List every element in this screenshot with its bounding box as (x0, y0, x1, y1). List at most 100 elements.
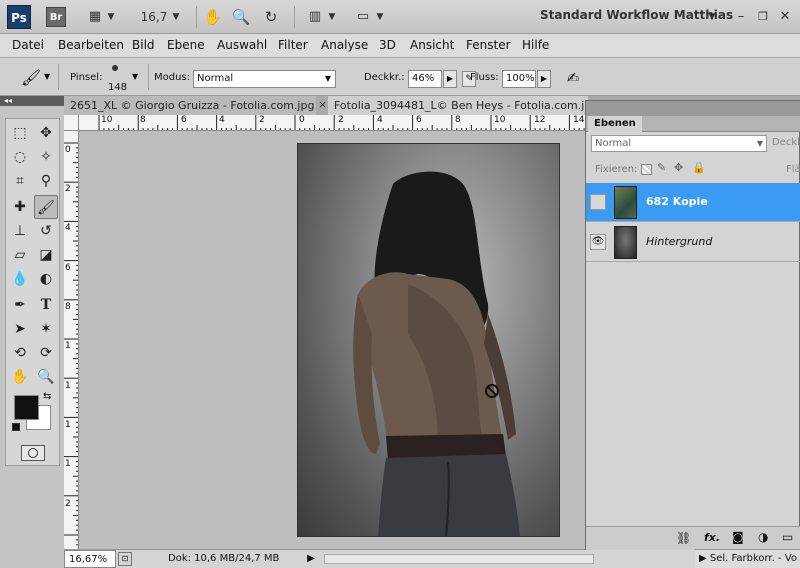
link-layers-icon[interactable]: ⛓ (676, 531, 691, 545)
fx-icon[interactable]: fx. (704, 531, 720, 544)
eyedropper-tool-icon[interactable]: ⚲ (34, 169, 58, 193)
menu-filter[interactable]: Filter (278, 38, 308, 52)
hand-tool-icon[interactable]: ✋ (8, 365, 32, 389)
tab-ebenen[interactable]: Ebenen (588, 116, 642, 132)
zoom-value: 16,67% (69, 554, 108, 565)
vertical-ruler[interactable]: 0 2 4 6 8 1 1 1 1 2 (64, 131, 79, 549)
paint-bucket-tool-icon[interactable]: ◪ (34, 243, 58, 267)
flow-input[interactable]: 100% (502, 70, 536, 88)
healing-brush-tool-icon[interactable]: ✚ (8, 195, 32, 219)
pen-tool-icon[interactable]: ✒ (8, 293, 32, 317)
zoom-tool-icon[interactable]: 🔍 (230, 6, 252, 28)
chevron-down-icon[interactable]: ▼ (104, 6, 118, 28)
horizontal-scrollbar[interactable] (324, 554, 594, 564)
eraser-tool-icon[interactable]: ▱ (8, 243, 32, 267)
zoom-input[interactable]: 16,67% (64, 550, 116, 568)
zoom-level-display[interactable]: 16,7 (138, 6, 170, 28)
menu-ansicht[interactable]: Ansicht (410, 38, 454, 52)
marquee-tool-icon[interactable]: ⬚ (8, 121, 32, 145)
screen-mode-icon[interactable]: ▭ (352, 6, 374, 28)
menu-bearbeiten[interactable]: Bearbeiten (58, 38, 124, 52)
new-group-icon[interactable]: ▭ (782, 530, 793, 544)
horizontal-ruler[interactable]: 10 8 6 4 2 0 2 4 6 8 10 12 14 (79, 115, 600, 131)
ruler-label: 1 (65, 341, 71, 351)
status-menu-icon[interactable]: ⊡ (118, 552, 132, 566)
layer-row-hintergrund[interactable]: 👁 Hintergrund (586, 223, 800, 262)
blur-tool-icon[interactable]: 💧 (8, 267, 32, 291)
status-arrow-icon[interactable]: ▶ (304, 551, 318, 567)
tab-document-2[interactable]: Fotolia_3094481_L© Ben Heys - Fotolia.co… (328, 96, 588, 115)
ruler-label: 12 (534, 115, 546, 125)
menu-auswahl[interactable]: Auswahl (217, 38, 267, 52)
menu-ebene[interactable]: Ebene (167, 38, 205, 52)
layer-thumbnail (614, 226, 637, 259)
adjustment-layer-icon[interactable]: ◑ (758, 530, 768, 544)
add-mask-icon[interactable]: ◙ (732, 530, 744, 544)
menu-hilfe[interactable]: Hilfe (522, 38, 549, 52)
lock-pixels-icon[interactable]: ✎ (657, 161, 666, 174)
separator (58, 64, 59, 90)
panel-header[interactable] (586, 101, 800, 116)
menu-bild[interactable]: Bild (132, 38, 155, 52)
blend-mode-select[interactable]: Normal ▼ (591, 135, 767, 152)
swap-colors-icon[interactable]: ⇆ (43, 391, 51, 402)
document-image[interactable] (297, 143, 560, 537)
move-tool-icon[interactable]: ✥ (34, 121, 58, 145)
path-selection-tool-icon[interactable]: ➤ (8, 317, 32, 341)
collapse-tools-icon[interactable]: ◂◂ (0, 96, 64, 106)
3d-rotate-tool-icon[interactable]: ⟲ (8, 341, 32, 365)
minimize-icon[interactable]: – (732, 6, 750, 28)
hand-tool-icon[interactable]: ✋ (202, 6, 224, 28)
arrange-documents-icon[interactable]: ▥ (304, 6, 326, 28)
menu-analyse[interactable]: Analyse (321, 38, 368, 52)
chevron-down-icon: ▼ (756, 139, 763, 148)
restore-icon[interactable]: ❐ (754, 6, 772, 28)
brush-tool-icon[interactable]: 🖌 (34, 195, 58, 219)
close-icon[interactable]: ✕ (776, 6, 794, 28)
zoom-dropdown-icon[interactable]: ▼ (170, 6, 182, 28)
history-brush-tool-icon[interactable]: ↺ (34, 219, 58, 243)
workspace-switcher[interactable]: Standard Workflow Matthias (540, 8, 733, 22)
dodge-tool-icon[interactable]: ◐ (34, 267, 58, 291)
type-tool-icon[interactable]: T (34, 293, 58, 317)
bridge-button[interactable]: Br (46, 7, 66, 27)
layer-visibility-toggle[interactable] (590, 194, 606, 210)
foreground-color-swatch-front[interactable] (14, 395, 39, 420)
menu-datei[interactable]: Datei (12, 38, 44, 52)
brush-preset-icon[interactable]: 🖌 (20, 68, 42, 88)
chevron-down-icon[interactable]: ▼ (44, 72, 50, 81)
brush-tip-preview[interactable] (112, 65, 118, 71)
tab-close-icon[interactable]: × (318, 98, 327, 111)
magic-wand-tool-icon[interactable]: ✧ (34, 145, 58, 169)
application-bar: Ps Br ▦ ▼ 16,7 ▼ ✋ 🔍 ↻ ▥ ▼ ▭ ▼ Standard … (0, 0, 800, 34)
flow-slider-button[interactable]: ▶ (537, 70, 551, 88)
rotate-view-icon[interactable]: ↻ (260, 6, 282, 28)
opacity-slider-button[interactable]: ▶ (443, 70, 457, 88)
custom-shape-tool-icon[interactable]: ✶ (34, 317, 58, 341)
clone-stamp-tool-icon[interactable]: ⊥ (8, 219, 32, 243)
brush-dropdown-icon[interactable]: ▼ (132, 72, 138, 81)
chevron-down-icon[interactable]: ▼ (374, 6, 386, 28)
airbrush-icon[interactable]: ✍ (562, 68, 584, 88)
mode-select[interactable]: Normal ▼ (193, 70, 336, 88)
workspace-dropdown-icon[interactable]: ▼ (706, 6, 718, 28)
menu-3d[interactable]: 3D (379, 38, 396, 52)
lock-position-icon[interactable]: ✥ (674, 161, 683, 174)
quick-mask-icon[interactable] (21, 445, 45, 461)
opacity-input[interactable]: 46% (408, 70, 442, 88)
adjustments-panel-tab[interactable]: ▶ Sel. Farbkorr. - Vo (695, 549, 800, 568)
menu-fenster[interactable]: Fenster (466, 38, 511, 52)
layer-row-682-kopie[interactable]: 682 Kopie (586, 183, 800, 222)
opacity-label: Deckk (772, 137, 800, 148)
ruler-origin[interactable] (64, 115, 79, 131)
default-colors-icon[interactable] (12, 423, 20, 431)
eye-icon[interactable]: 👁 (590, 234, 606, 250)
3d-orbit-tool-icon[interactable]: ⟳ (34, 341, 58, 365)
crop-tool-icon[interactable]: ⌗ (8, 169, 32, 193)
lasso-tool-icon[interactable]: ◌ (8, 145, 32, 169)
tab-document-1[interactable]: 2651_XL © Giorgio Gruizza - Fotolia.com.… (64, 96, 316, 115)
zoom-tool-icon[interactable]: 🔍 (34, 365, 58, 389)
lock-all-icon[interactable]: 🔒 (692, 161, 706, 174)
chevron-down-icon[interactable]: ▼ (326, 6, 338, 28)
lock-transparent-icon[interactable] (641, 164, 652, 175)
